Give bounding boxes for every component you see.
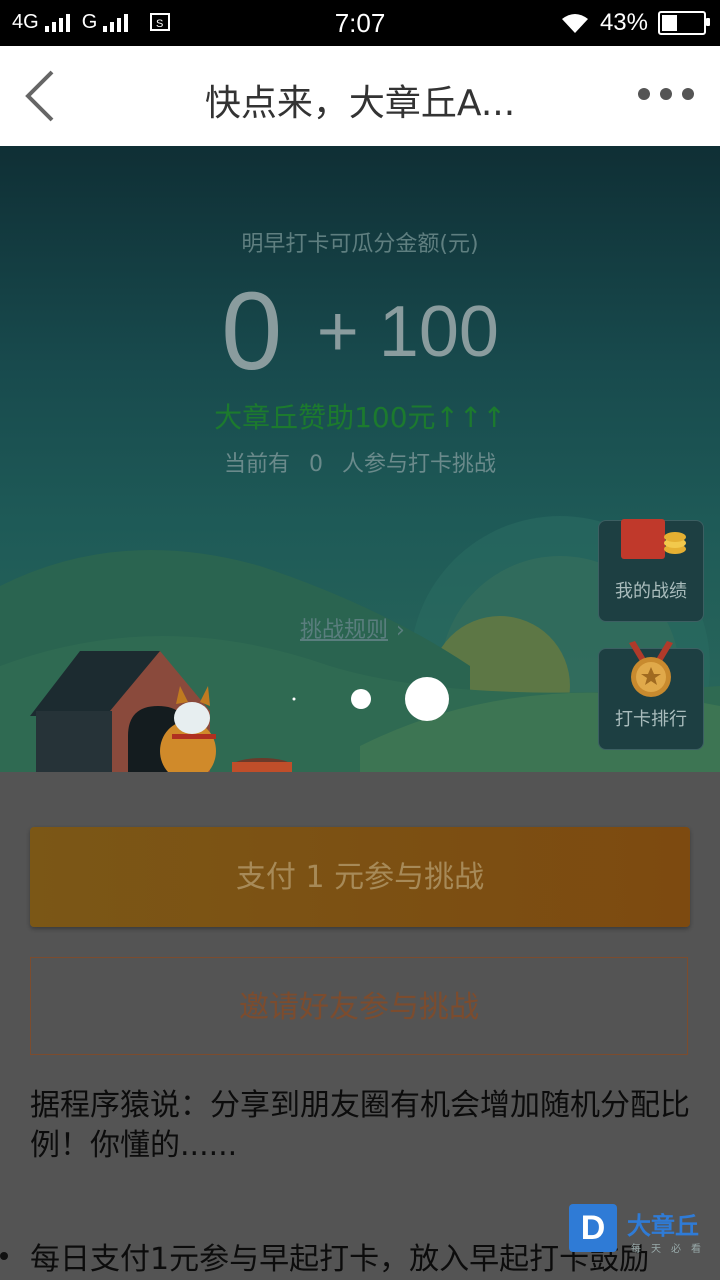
- participants-suffix: 人参与打卡挑战: [342, 452, 497, 477]
- more-dot-icon: [638, 88, 650, 100]
- battery-icon: [658, 11, 710, 35]
- pay-join-button[interactable]: 支付 1 元参与挑战: [30, 827, 690, 927]
- nav-bar: 快点来，大章丘A...: [0, 46, 720, 146]
- hero-banner: 明早打卡可瓜分金额(元) 0 + 100 大章丘赞助100元↑↑↑ 当前有 0 …: [0, 146, 720, 772]
- pool-subtitle: 明早打卡可瓜分金额(元): [241, 232, 479, 257]
- chevron-right-icon: ›: [396, 618, 405, 643]
- more-menu-button[interactable]: [638, 88, 694, 100]
- sponsor-text: 大章丘赞助100元↑↑↑: [214, 401, 506, 434]
- rank-button[interactable]: 打卡排行: [598, 641, 704, 750]
- invite-friends-button[interactable]: 邀请好友参与挑战: [30, 957, 688, 1055]
- rank-label: 打卡排行: [615, 709, 687, 730]
- share-tip-text: 据程序猿说：分享到朋友圈有机会增加随机分配比例！你懂的......: [30, 1088, 690, 1163]
- medal-icon: [629, 641, 673, 697]
- brand-name: 大章丘: [627, 1212, 699, 1240]
- more-dot-icon: [682, 88, 694, 100]
- back-arrow-icon: [25, 70, 54, 122]
- battery-percent: 43%: [599, 9, 648, 36]
- challenge-rules-link[interactable]: 挑战规则 ›: [300, 612, 405, 644]
- participants-text: 当前有 0 人参与打卡挑战: [0, 446, 720, 478]
- more-dot-icon: [660, 88, 672, 100]
- brand-slogan: 每天必看: [631, 1244, 711, 1255]
- my-record-label: 我的战绩: [615, 581, 687, 602]
- loading-spinner-icon: [292, 677, 449, 721]
- wifi-icon: [561, 14, 588, 33]
- my-record-button[interactable]: 我的战绩: [598, 519, 704, 622]
- page-title: 快点来，大章丘A...: [204, 83, 516, 124]
- rule-text: 每日支付1元参与早起打卡，放入早起打卡鼓励: [30, 1242, 650, 1277]
- status-bar: 4G G S 7:07 43%: [0, 0, 720, 46]
- status-right: 43%: [560, 9, 710, 37]
- red-envelope-icon: [621, 519, 686, 559]
- bullet-dot: [0, 1252, 8, 1260]
- brand-logo-icon: D: [569, 1204, 617, 1252]
- participants-count: 0: [309, 452, 323, 477]
- challenge-rules-label: 挑战规则: [300, 618, 389, 643]
- participants-prefix: 当前有: [223, 452, 290, 477]
- brand-watermark: D 大章丘 每天必看: [569, 1204, 714, 1258]
- back-button[interactable]: [20, 68, 70, 124]
- pool-amount: 0 + 100: [0, 268, 720, 395]
- pool-bonus-amount: + 100: [316, 291, 499, 372]
- pool-current-amount: 0: [221, 270, 283, 393]
